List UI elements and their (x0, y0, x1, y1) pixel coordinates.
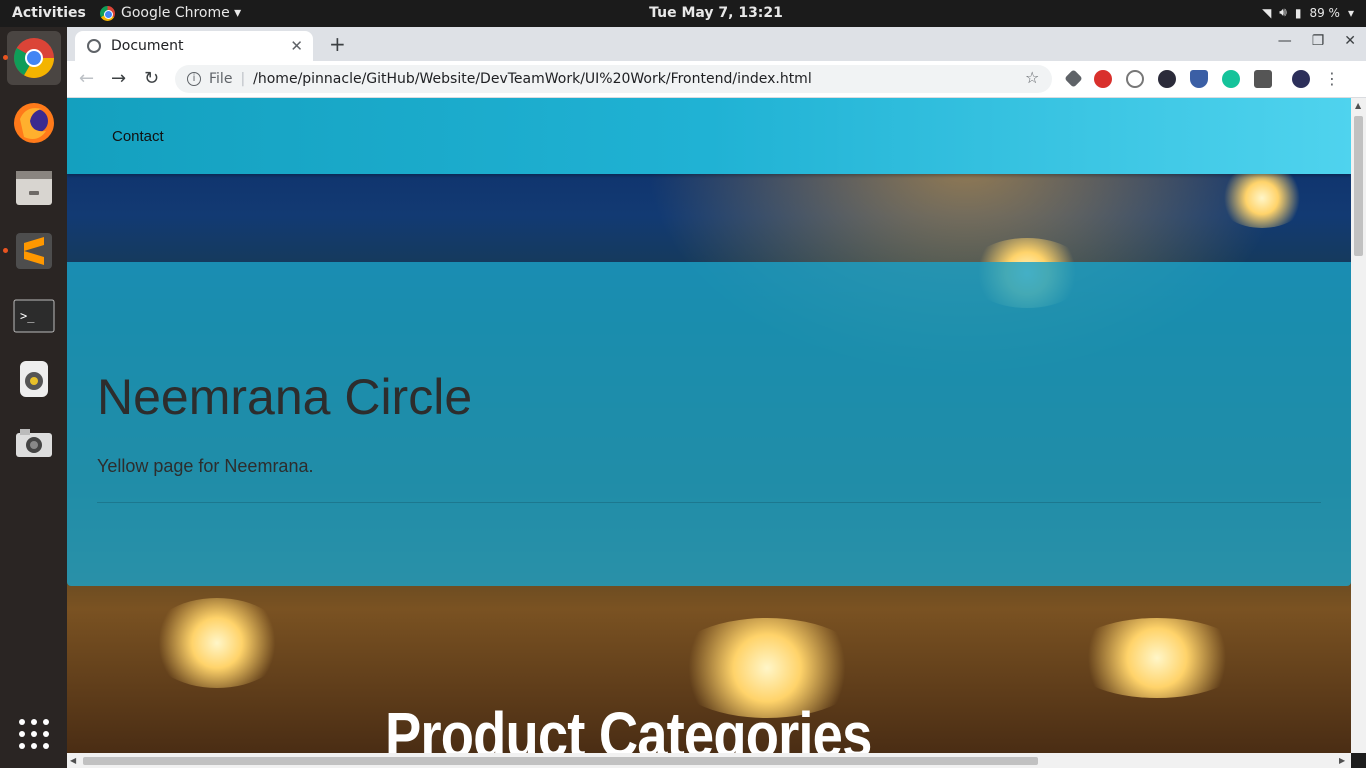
sublime-icon (16, 233, 52, 269)
dock-files[interactable] (7, 160, 61, 214)
dock-chrome[interactable] (3, 31, 61, 85)
dock: >_ (0, 27, 67, 768)
light-glow (1067, 618, 1247, 698)
page-subtitle: Yellow page for Neemrana. (97, 456, 314, 476)
vertical-scrollbar[interactable]: ▲ (1351, 98, 1366, 753)
light-glow (147, 598, 287, 688)
divider (97, 502, 1321, 503)
tab-title: Document (111, 38, 184, 54)
battery-icon: ▮ (1294, 5, 1302, 20)
tab-strip: Document ✕ + — ❐ ✕ (67, 27, 1366, 61)
wifi-icon: ◥ (1262, 5, 1272, 20)
url-scheme: File (209, 71, 233, 87)
files-icon (16, 171, 52, 205)
page-viewport: Contact Neemrana Circle Yellow page for … (67, 98, 1351, 753)
system-tray[interactable]: ◥ 🔊︎ ▮ 89 % ▾ (1262, 5, 1354, 20)
nav-link-contact[interactable]: Contact (112, 128, 164, 145)
new-tab-button[interactable]: + (329, 32, 346, 56)
chevron-down-icon: ▾ (1347, 5, 1354, 20)
dock-show-apps[interactable] (7, 707, 61, 761)
forward-icon[interactable]: → (111, 68, 126, 89)
bookmark-star-icon[interactable]: ☆ (1025, 68, 1039, 87)
speaker-icon (20, 361, 48, 397)
profile-avatar[interactable] (1292, 69, 1310, 88)
extensions-bar: ⋮ (1064, 69, 1340, 88)
window-controls: — ❐ ✕ (1278, 33, 1356, 49)
shield-extension-icon[interactable] (1190, 69, 1208, 88)
scroll-up-icon[interactable]: ▲ (1355, 101, 1361, 110)
svg-text:>_: >_ (20, 309, 35, 323)
url-separator: | (240, 71, 246, 87)
reload-icon[interactable]: ↻ (144, 68, 159, 89)
firefox-icon (14, 103, 54, 143)
adblock-extension-icon[interactable] (1094, 69, 1112, 88)
site-navbar: Contact (67, 98, 1351, 174)
clock[interactable]: Tue May 7, 13:21 (0, 5, 1366, 21)
scroll-right-icon[interactable]: ▶ (1339, 756, 1345, 765)
dock-terminal[interactable]: >_ (7, 289, 61, 343)
close-window-icon[interactable]: ✕ (1344, 33, 1356, 49)
top-bar: Activities Google Chrome ▾ Tue May 7, 13… (0, 0, 1366, 27)
running-indicator (3, 248, 8, 253)
running-indicator (3, 55, 8, 60)
k-extension-icon[interactable] (1158, 69, 1176, 88)
camera-icon (16, 429, 52, 457)
minimize-icon[interactable]: — (1278, 33, 1292, 49)
scroll-left-icon[interactable]: ◀ (70, 756, 76, 765)
vertical-scroll-thumb[interactable] (1354, 116, 1363, 256)
dock-rhythmbox[interactable] (7, 352, 61, 406)
back-icon[interactable]: ← (79, 68, 94, 89)
light-glow (1217, 168, 1307, 228)
volume-icon: 🔊︎ (1279, 5, 1287, 19)
dock-camera[interactable] (7, 416, 61, 470)
binoculars-extension-icon[interactable] (1126, 69, 1144, 88)
tab-document[interactable]: Document ✕ (75, 31, 313, 61)
url-text[interactable]: /home/pinnacle/GitHub/Website/DevTeamWor… (253, 71, 812, 87)
apps-grid-icon (19, 719, 49, 749)
layers-extension-icon[interactable] (1064, 69, 1083, 88)
browser-toolbar: ← → ↻ i File | /home/pinnacle/GitHub/Web… (67, 61, 1366, 98)
section-title: Product Categories (385, 699, 872, 753)
grammarly-extension-icon[interactable] (1222, 69, 1240, 88)
menu-kebab-icon[interactable]: ⋮ (1324, 69, 1340, 88)
address-bar[interactable]: i File | /home/pinnacle/GitHub/Website/D… (175, 65, 1052, 93)
restore-icon[interactable]: ❐ (1312, 33, 1325, 49)
globe-icon (87, 39, 101, 53)
horizontal-scroll-thumb[interactable] (83, 757, 1038, 765)
keyhole-extension-icon[interactable] (1254, 69, 1272, 88)
close-tab-icon[interactable]: ✕ (290, 37, 303, 55)
chrome-icon (14, 38, 54, 78)
jumbotron: Neemrana Circle Yellow page for Neemrana… (67, 262, 1351, 586)
dock-sublime[interactable] (3, 224, 61, 278)
battery-level: 89 % (1309, 5, 1340, 20)
terminal-icon: >_ (13, 299, 55, 333)
page-title: Neemrana Circle (97, 369, 473, 425)
horizontal-scrollbar[interactable]: ◀ ▶ (67, 753, 1351, 768)
info-icon[interactable]: i (187, 72, 201, 86)
dock-firefox[interactable] (7, 96, 61, 150)
